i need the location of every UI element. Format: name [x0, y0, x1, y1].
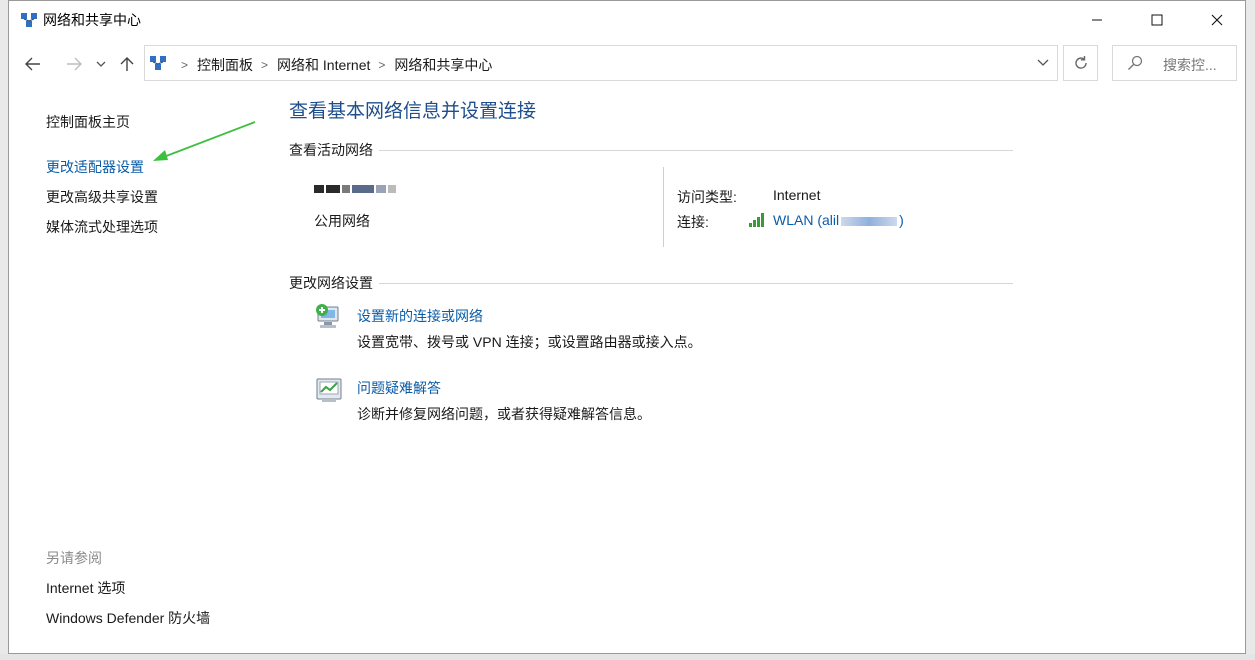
troubleshoot-icon — [316, 378, 342, 402]
control-panel-home-link[interactable]: 控制面板主页 — [46, 112, 130, 132]
chevron-right-icon: > — [181, 58, 189, 72]
windows-defender-firewall-link[interactable]: Windows Defender 防火墙 — [46, 608, 210, 628]
wlan-connection-link[interactable]: WLAN (alil) — [773, 212, 904, 228]
maximize-icon[interactable] — [1127, 1, 1187, 39]
taskbar-edge — [0, 654, 1255, 660]
minimize-icon[interactable] — [1067, 1, 1127, 39]
change-adapter-settings-link[interactable]: 更改适配器设置 — [46, 157, 144, 177]
divider — [663, 167, 664, 247]
setup-new-connection-desc: 设置宽带、拨号或 VPN 连接；或设置路由器或接入点。 — [357, 334, 702, 350]
breadcrumb-network-sharing-center[interactable]: 网络和共享中心 — [394, 55, 492, 75]
search-icon — [1128, 55, 1143, 70]
redacted-ssid — [841, 216, 898, 226]
forward-arrow-icon[interactable] — [62, 51, 86, 77]
breadcrumb: > 控制面板 > 网络和 Internet > 网络和共享中心 — [173, 55, 492, 75]
chevron-right-icon[interactable]: > — [261, 58, 268, 72]
connection-label: 连接: — [677, 214, 709, 230]
chevron-down-icon[interactable] — [93, 51, 109, 77]
title-bar: 网络和共享中心 — [9, 1, 1245, 39]
divider — [379, 149, 1013, 151]
chevron-right-icon[interactable]: > — [378, 58, 385, 72]
network-type: 公用网络 — [314, 213, 370, 229]
change-network-settings-heading: 更改网络设置 — [289, 273, 1013, 293]
window-title: 网络和共享中心 — [43, 12, 141, 28]
close-icon[interactable] — [1187, 1, 1247, 39]
breadcrumb-network-internet[interactable]: 网络和 Internet — [277, 55, 370, 75]
refresh-icon[interactable] — [1063, 45, 1098, 81]
active-networks-heading-text: 查看活动网络 — [289, 142, 373, 158]
troubleshoot-desc: 诊断并修复网络问题，或者获得疑难解答信息。 — [357, 406, 651, 422]
wlan-connection-suffix[interactable]: ) — [899, 212, 904, 228]
change-network-settings-heading-text: 更改网络设置 — [289, 275, 373, 291]
divider — [379, 282, 1013, 284]
setup-new-connection-link[interactable]: 设置新的连接或网络 — [357, 306, 483, 326]
see-also-heading: 另请参阅 — [46, 550, 102, 566]
search-placeholder: 搜索控... — [1163, 57, 1217, 73]
breadcrumb-control-panel[interactable]: 控制面板 — [197, 55, 253, 75]
change-advanced-sharing-link[interactable]: 更改高级共享设置 — [46, 187, 158, 207]
new-connection-icon — [316, 304, 339, 328]
wifi-signal-icon — [749, 213, 764, 227]
network-center-icon — [21, 13, 37, 27]
wlan-connection-text[interactable]: WLAN (alil — [773, 212, 839, 228]
active-networks-heading: 查看活动网络 — [289, 140, 1013, 160]
network-center-icon — [150, 56, 166, 70]
up-arrow-icon[interactable] — [117, 51, 137, 77]
internet-options-link[interactable]: Internet 选项 — [46, 578, 125, 598]
media-streaming-options-link[interactable]: 媒体流式处理选项 — [46, 217, 158, 237]
troubleshoot-link[interactable]: 问题疑难解答 — [357, 378, 441, 398]
address-bar[interactable]: > 控制面板 > 网络和 Internet > 网络和共享中心 — [144, 45, 1058, 81]
access-type-label: 访问类型: — [677, 189, 737, 205]
chevron-down-icon[interactable] — [1037, 56, 1049, 70]
page-title: 查看基本网络信息并设置连接 — [289, 101, 537, 122]
back-arrow-icon[interactable] — [21, 51, 45, 77]
access-type-value: Internet — [773, 187, 821, 203]
network-name-redacted — [314, 185, 396, 193]
annotation-arrow-icon — [153, 121, 256, 161]
search-input[interactable]: 搜索控... — [1112, 45, 1237, 81]
network-sharing-center-window: 网络和共享中心 > 控制面板 > 网络和 Internet > 网络和共享中心 … — [8, 0, 1246, 654]
